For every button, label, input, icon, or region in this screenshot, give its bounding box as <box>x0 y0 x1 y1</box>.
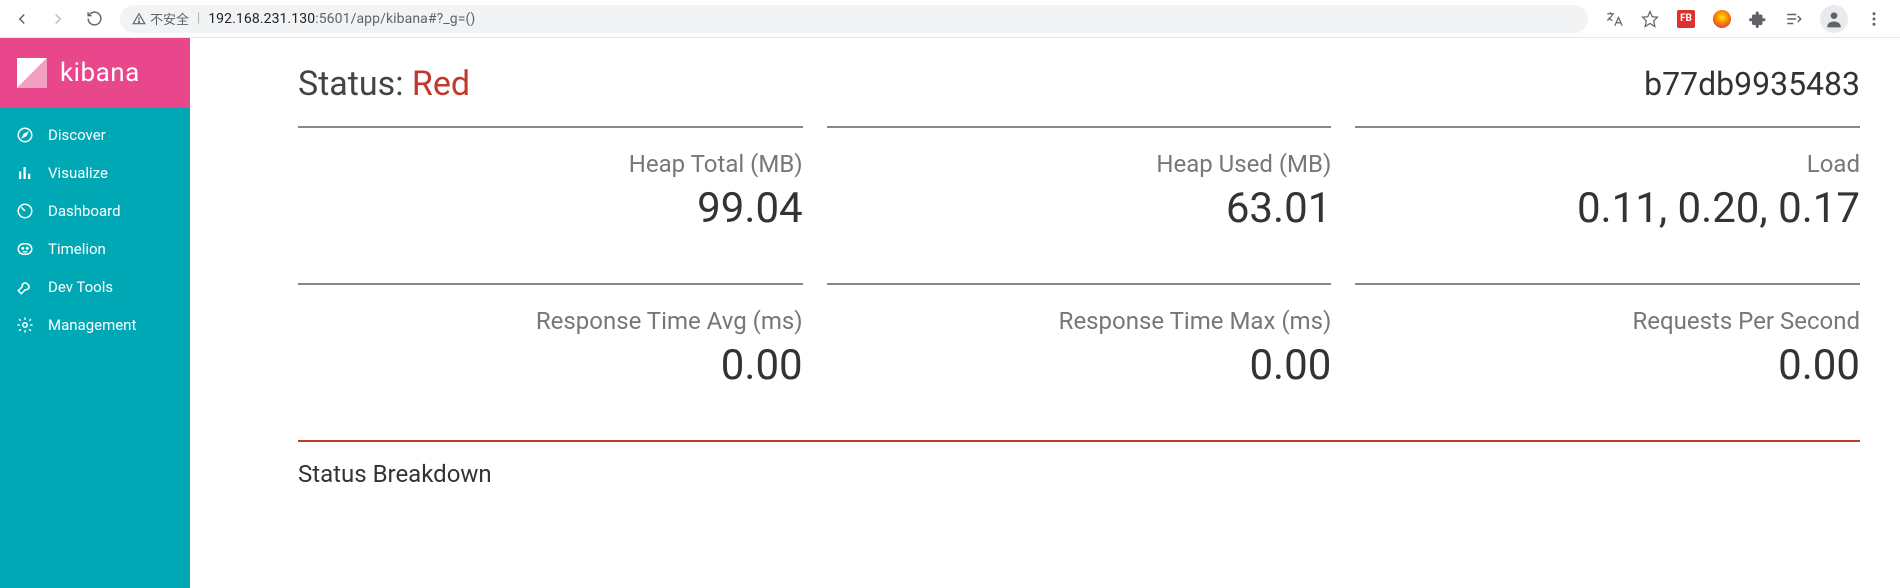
insecure-label: 不安全 <box>150 9 189 28</box>
kebab-menu-icon[interactable] <box>1864 9 1884 29</box>
sidebar-item-label: Management <box>48 316 136 334</box>
sidebar-item-devtools[interactable]: Dev Tools <box>0 268 190 306</box>
node-id: b77db9935483 <box>1644 65 1860 103</box>
sidebar-item-dashboard[interactable]: Dashboard <box>0 192 190 230</box>
metric-label: Heap Used (MB) <box>827 150 1332 178</box>
status-value: Red <box>412 64 470 104</box>
compass-icon <box>16 126 34 144</box>
address-bar[interactable]: 不安全 | 192.168.231.130:5601/app/kibana#?_… <box>120 5 1588 33</box>
status-header: Status: Red b77db9935483 <box>298 64 1860 104</box>
metric-label: Load <box>1355 150 1860 178</box>
sidebar-item-label: Dev Tools <box>48 278 113 296</box>
forward-button[interactable] <box>44 5 72 33</box>
brand-name: kibana <box>60 58 140 88</box>
metric-rt-avg: Response Time Avg (ms) 0.00 <box>298 283 803 416</box>
metric-label: Response Time Avg (ms) <box>298 307 803 335</box>
sidebar-item-discover[interactable]: Discover <box>0 116 190 154</box>
warning-icon <box>132 12 146 26</box>
status-breakdown-section: Status Breakdown <box>298 440 1860 488</box>
sidebar-item-timelion[interactable]: Timelion <box>0 230 190 268</box>
barchart-icon <box>16 164 34 182</box>
sidebar-item-label: Timelion <box>48 240 106 258</box>
metric-label: Requests Per Second <box>1355 307 1860 335</box>
address-text: 192.168.231.130:5601/app/kibana#?_g=() <box>208 11 475 27</box>
metric-heap-used: Heap Used (MB) 63.01 <box>827 126 1332 259</box>
metric-value: 0.00 <box>1355 341 1860 390</box>
metric-rt-max: Response Time Max (ms) 0.00 <box>827 283 1332 416</box>
extensions-puzzle-icon[interactable] <box>1748 9 1768 29</box>
metric-value: 99.04 <box>298 184 803 233</box>
sidebar-item-visualize[interactable]: Visualize <box>0 154 190 192</box>
translate-icon[interactable] <box>1604 9 1624 29</box>
kibana-logo-icon <box>14 55 50 91</box>
face-icon <box>16 240 34 258</box>
brand-header[interactable]: kibana <box>0 38 190 108</box>
sidebar: kibana Discover Visualize Dashboard Time… <box>0 38 190 588</box>
reload-button[interactable] <box>80 5 108 33</box>
metric-rps: Requests Per Second 0.00 <box>1355 283 1860 416</box>
sidebar-item-label: Dashboard <box>48 202 121 220</box>
sidebar-item-label: Discover <box>48 126 106 144</box>
profile-avatar-icon[interactable] <box>1820 5 1848 33</box>
gauge-icon <box>16 202 34 220</box>
bookmark-star-icon[interactable] <box>1640 9 1660 29</box>
back-button[interactable] <box>8 5 36 33</box>
status-breakdown-title: Status Breakdown <box>298 460 1860 488</box>
metric-value: 0.11, 0.20, 0.17 <box>1355 184 1860 233</box>
sidebar-item-label: Visualize <box>48 164 108 182</box>
reading-list-icon[interactable] <box>1784 9 1804 29</box>
metric-value: 0.00 <box>827 341 1332 390</box>
sidebar-item-management[interactable]: Management <box>0 306 190 344</box>
browser-toolbar: 不安全 | 192.168.231.130:5601/app/kibana#?_… <box>0 0 1900 38</box>
metric-label: Heap Total (MB) <box>298 150 803 178</box>
metric-heap-total: Heap Total (MB) 99.04 <box>298 126 803 259</box>
extension-badge-icon[interactable]: FB <box>1676 9 1696 29</box>
metric-value: 63.01 <box>827 184 1332 233</box>
metric-value: 0.00 <box>298 341 803 390</box>
wrench-icon <box>16 278 34 296</box>
page-title: Status: Red <box>298 64 470 104</box>
browser-actions: FB <box>1600 5 1892 33</box>
sidebar-nav: Discover Visualize Dashboard Timelion De… <box>0 108 190 352</box>
metric-label: Response Time Max (ms) <box>827 307 1332 335</box>
status-prefix: Status: <box>298 64 412 104</box>
extension-flame-icon[interactable] <box>1712 9 1732 29</box>
insecure-warning: 不安全 | <box>132 9 200 28</box>
metric-load: Load 0.11, 0.20, 0.17 <box>1355 126 1860 259</box>
main-content: Status: Red b77db9935483 Heap Total (MB)… <box>190 38 1900 588</box>
gear-icon <box>16 316 34 334</box>
metrics-grid: Heap Total (MB) 99.04 Heap Used (MB) 63.… <box>298 126 1860 488</box>
